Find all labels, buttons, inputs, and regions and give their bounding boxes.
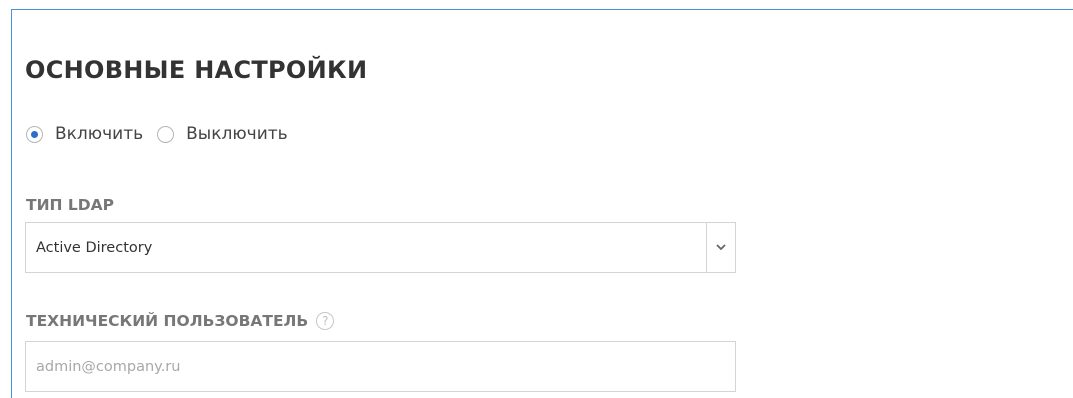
ldap-type-select[interactable]: Active Directory <box>25 222 736 273</box>
section-title: ОСНОВНЫЕ НАСТРОЙКИ <box>25 56 368 84</box>
tech-user-label: ТЕХНИЧЕСКИЙ ПОЛЬЗОВАТЕЛЬ ? <box>26 312 335 330</box>
question-circle-icon[interactable]: ? <box>316 312 335 330</box>
tech-user-input[interactable] <box>25 341 736 392</box>
ldap-type-label: ТИП LDAP <box>26 196 114 214</box>
settings-panel: ОСНОВНЫЕ НАСТРОЙКИ Включить Выключить ТИ… <box>11 9 1073 398</box>
radio-disable-label: Выключить <box>186 124 288 144</box>
ldap-type-label-text: ТИП LDAP <box>26 196 115 214</box>
ldap-type-selected-value: Active Directory <box>36 239 153 256</box>
status-radio-group: Включить Выключить <box>26 124 302 144</box>
chevron-down-icon[interactable] <box>706 223 735 272</box>
radio-enable-circle[interactable] <box>26 125 43 143</box>
radio-disable-circle[interactable] <box>157 125 175 143</box>
radio-enable[interactable]: Включить <box>26 124 143 144</box>
radio-disable[interactable]: Выключить <box>157 124 288 144</box>
tech-user-label-text: ТЕХНИЧЕСКИЙ ПОЛЬЗОВАТЕЛЬ <box>26 312 309 330</box>
radio-enable-label: Включить <box>55 124 144 144</box>
